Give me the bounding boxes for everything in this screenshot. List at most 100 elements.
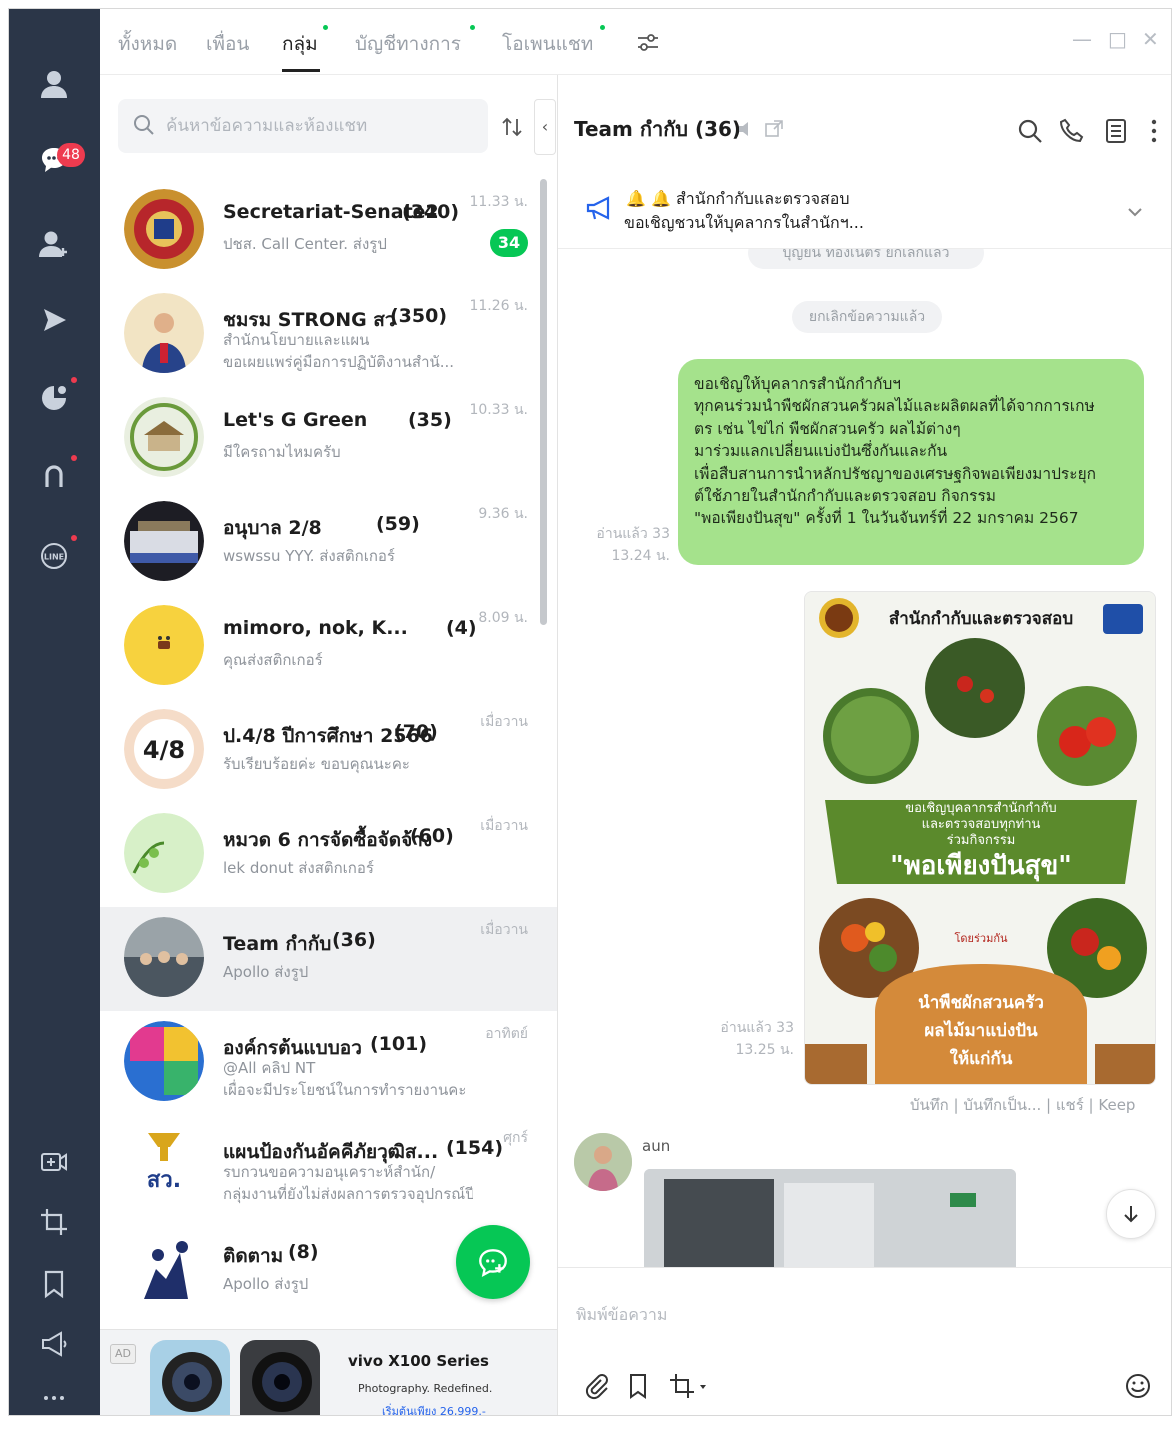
activity-poster-image[interactable]: สำนักกำกับและตรวจสอบ ขอเชิญบุคลากรสำนักก…: [804, 591, 1156, 1085]
attachment-icon[interactable]: [582, 1372, 610, 1400]
poster-invite-1: ขอเชิญบุคลากรสำนักกำกับ: [905, 801, 1056, 816]
chat-time: 8.09 น.: [478, 610, 528, 626]
filter-settings-icon[interactable]: [636, 33, 660, 53]
chat-time: 11.26 น.: [469, 298, 528, 314]
poster-invite-2: และตรวจสอบทุกท่าน: [922, 817, 1041, 832]
chat-preview: @All คลิป NT: [223, 1059, 316, 1077]
unsent-message-notice: ยกเลิกข้อความแล้ว: [792, 301, 942, 333]
add-video-icon[interactable]: [31, 1139, 77, 1185]
notes-icon[interactable]: [1102, 117, 1130, 145]
chat-list-scrollbar[interactable]: [540, 179, 547, 625]
announcement-bar[interactable]: 🔔 🔔 สำนักกำกับและตรวจสอบ ขอเชิญชวนให้บุค…: [558, 177, 1171, 249]
chat-row[interactable]: อนุบาล 2/8 (59) wswssu YYY. ส่งสติกเกอร์…: [100, 491, 540, 595]
openchat-icon[interactable]: [31, 453, 77, 499]
svg-text:LINE: LINE: [44, 553, 64, 562]
voom-icon[interactable]: [31, 297, 77, 343]
message-line: ขอเชิญให้บุคลากรสำนักกำกับฯ: [694, 375, 901, 393]
message-input[interactable]: [576, 1284, 1136, 1344]
chat-preview: Apollo ส่งรูป: [223, 1275, 309, 1293]
member-count: (35): [408, 409, 452, 431]
keep-bookmark-icon[interactable]: [31, 1261, 77, 1307]
chat-time: อาทิตย์: [485, 1026, 528, 1042]
svg-text:สว.: สว.: [147, 1168, 181, 1193]
group-avatar: [124, 917, 204, 997]
incoming-photo[interactable]: [644, 1169, 1016, 1267]
active-tab-underline: [282, 69, 320, 72]
chat-row[interactable]: Let's G Green (35) มีใครถามไหมครับ 10.33…: [100, 387, 540, 491]
chat-row[interactable]: mimoro, nok, K... (4) คุณส่งสติกเกอร์ 8.…: [100, 595, 540, 699]
search-input[interactable]: [166, 99, 476, 153]
ad-subtitle: Photography. Redefined.: [358, 1382, 493, 1395]
add-friend-icon[interactable]: [31, 221, 77, 267]
group-avatar: สว.: [124, 1125, 204, 1205]
group-avatar: [124, 1229, 204, 1309]
message-line: ตร เช่น ไข่ไก่ พืชผักสวนครัว ผลไม้ต่างๆ: [694, 419, 961, 438]
member-count: (59): [376, 513, 420, 535]
arrow-down-icon: [1124, 1206, 1138, 1223]
sort-icon[interactable]: [500, 115, 524, 139]
chat-name: อนุบาล 2/8: [223, 517, 322, 539]
tab-friends[interactable]: เพื่อน: [206, 29, 249, 59]
chat-name: mimoro, nok, K...: [223, 617, 408, 639]
chat-row[interactable]: องค์กรต้นแบบอว (101) @All คลิป NT เผื่อจ…: [100, 1011, 540, 1115]
image-action-links[interactable]: บันทึก | บันทึกเป็น... | แชร์ | Keep: [910, 1093, 1135, 1117]
close-button[interactable]: ✕: [1142, 27, 1159, 51]
collapse-list-button[interactable]: ‹: [534, 99, 556, 155]
mute-icon: [739, 122, 748, 136]
tab-all[interactable]: ทั้งหมด: [118, 29, 177, 59]
chat-row[interactable]: 4/8 ป.4/8 ปีการศึกษา 2566 (70) รับเรียบร…: [100, 699, 540, 803]
profile-icon[interactable]: [31, 61, 77, 107]
member-count: (101): [370, 1033, 428, 1055]
chevron-down-icon[interactable]: [1124, 201, 1146, 223]
group-avatar: [124, 605, 204, 685]
screenshot-crop-icon[interactable]: [31, 1199, 77, 1245]
advertisement-banner[interactable]: AD vivo X100 Series Photography. Redefin…: [100, 1329, 557, 1415]
group-avatar: 4/8: [124, 709, 204, 789]
chat-preview-line2: กลุ่มงานที่ยังไม่ส่งผลการตรวจอุปกรณ์ปี..…: [223, 1185, 473, 1203]
new-chat-button[interactable]: [456, 1225, 530, 1299]
search-icon[interactable]: [1016, 117, 1044, 145]
openchat-dot: [71, 455, 77, 461]
minimize-button[interactable]: —: [1072, 27, 1092, 51]
keep-bookmark-icon[interactable]: [624, 1372, 652, 1400]
message-line: "พอเพียงปันสุข" ครั้งที่ 1 ในวันจันทร์ที…: [694, 509, 1079, 528]
chat-row[interactable]: Secretariat-Senate2 (340) ปชส. Call Cent…: [100, 179, 540, 283]
external-window-icon[interactable]: [764, 119, 784, 139]
chat-preview-line2: ขอเผยแพร่คู่มือการปฏิบัติงานสำนั...: [223, 353, 455, 371]
outgoing-message-bubble[interactable]: ขอเชิญให้บุคลากรสำนักกำกับฯ ทุกคนร่วมนำพ…: [678, 359, 1144, 565]
scroll-to-bottom-button[interactable]: [1106, 1189, 1156, 1239]
chat-row-selected[interactable]: Team กำกับ (36) Apollo ส่งรูป เมื่อวาน: [100, 907, 557, 1011]
chat-list-panel: ‹ Secretariat-Senate2 (340) ปชส. Call Ce…: [100, 75, 557, 1415]
announcement-icon[interactable]: [31, 1321, 77, 1367]
chat-preview: lek donut ส่งสติกเกอร์: [223, 859, 374, 877]
group-avatar: [124, 1021, 204, 1101]
more-options-icon[interactable]: [1140, 117, 1168, 145]
chat-preview: คุณส่งสติกเกอร์: [223, 651, 323, 669]
vivo-phone-image: [150, 1340, 320, 1415]
official-new-dot: [470, 25, 475, 30]
tab-official-accounts[interactable]: บัญชีทางการ: [355, 29, 461, 59]
new-chat-icon: [479, 1249, 507, 1277]
line-services-icon[interactable]: LINE: [31, 533, 77, 579]
today-icon[interactable]: [31, 375, 77, 421]
maximize-button[interactable]: □: [1108, 27, 1127, 51]
call-icon[interactable]: [1058, 117, 1086, 145]
tab-openchat[interactable]: โอเพนแชท: [502, 29, 593, 59]
poster-invite-3: ร่วมกิจกรรม: [947, 833, 1016, 848]
message-composer: [558, 1267, 1171, 1415]
group-avatar: [124, 501, 204, 581]
chat-row[interactable]: ชมรม STRONG สว (350) สำนักนโยบายและแผน ข…: [100, 283, 540, 387]
chat-row[interactable]: สว. แผนป้องกันอัคคีภัยวุฒิส... (154) รบก…: [100, 1115, 540, 1219]
sender-name: aun: [642, 1137, 671, 1155]
chat-row[interactable]: หมวด 6 การจัดซื้อจัดจ้าง (60) lek donut …: [100, 803, 540, 907]
emoji-icon[interactable]: [1124, 1372, 1152, 1400]
chat-preview: รับเรียบร้อยค่ะ ขอบคุณนะคะ: [223, 755, 410, 773]
line-services-dot: [71, 535, 77, 541]
sender-avatar[interactable]: [574, 1133, 632, 1191]
tab-groups[interactable]: กลุ่ม: [282, 29, 318, 59]
chat-preview: สำนักนโยบายและแผน: [223, 331, 370, 349]
crop-options-icon[interactable]: [698, 1382, 708, 1392]
screenshot-crop-icon[interactable]: [668, 1372, 696, 1400]
chat-time: เมื่อวาน: [480, 714, 528, 730]
more-icon[interactable]: [31, 1375, 77, 1415]
